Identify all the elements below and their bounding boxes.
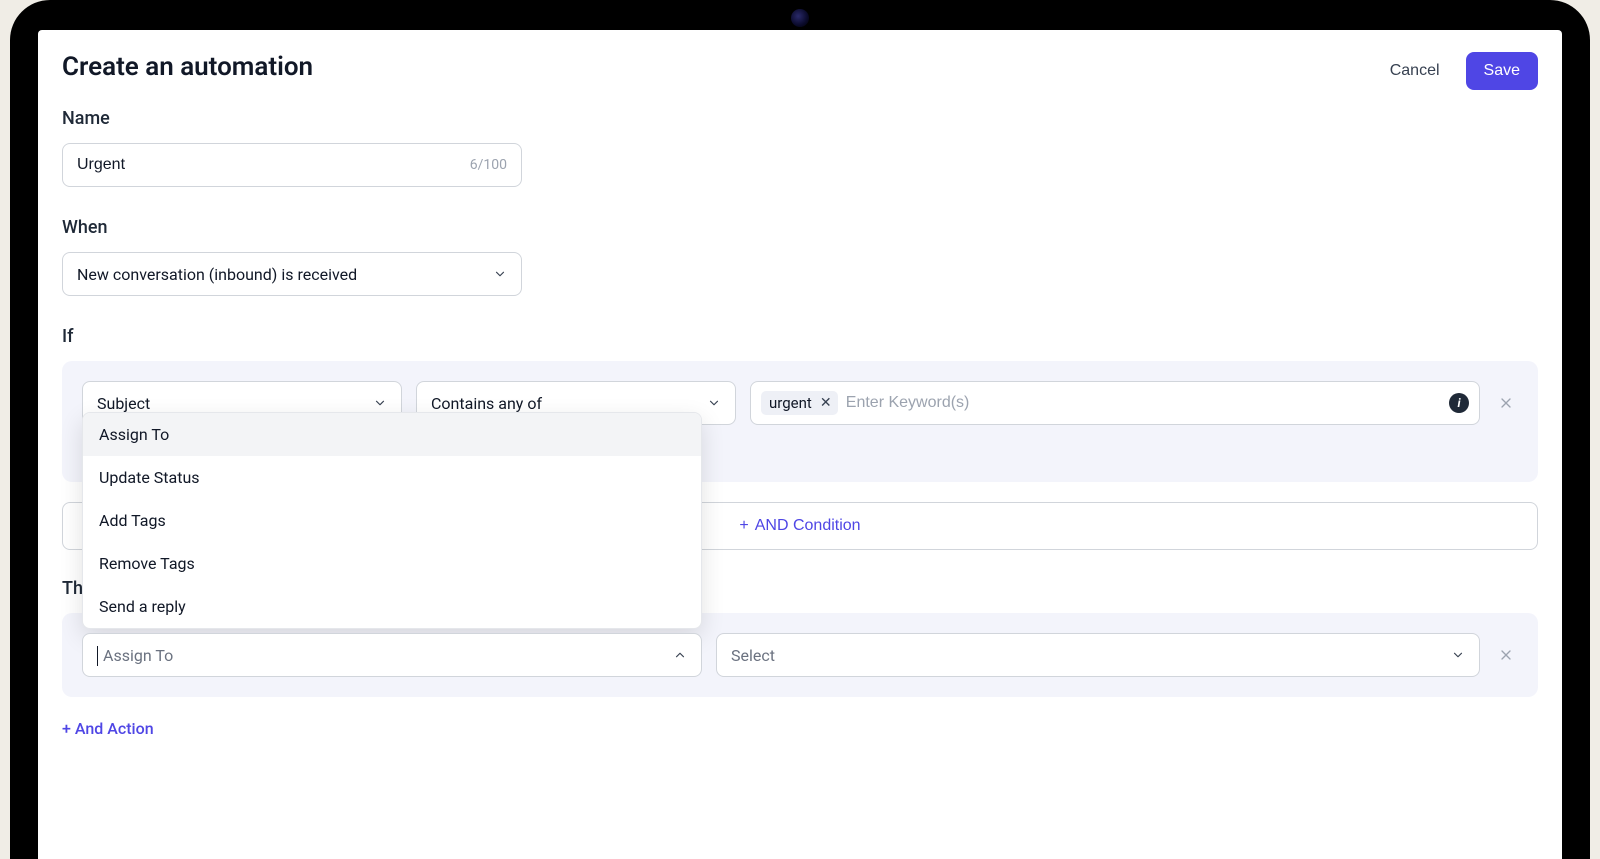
- name-counter: 6/100: [470, 157, 507, 173]
- dropdown-item-add-tags[interactable]: Add Tags: [83, 499, 701, 542]
- action-dropdown-menu: Assign To Update Status Add Tags Remove …: [82, 412, 702, 629]
- keyword-tag-input[interactable]: urgent ✕ i: [750, 381, 1480, 425]
- chevron-up-icon: [673, 648, 687, 662]
- page-title: Create an automation: [62, 52, 313, 82]
- chevron-down-icon: [707, 396, 721, 410]
- chevron-down-icon: [373, 396, 387, 410]
- chevron-down-icon: [1451, 648, 1465, 662]
- camera-dot: [791, 9, 809, 27]
- dropdown-item-update-status[interactable]: Update Status: [83, 456, 701, 499]
- keyword-tag: urgent ✕: [761, 391, 838, 415]
- plus-icon: +: [62, 719, 71, 738]
- dropdown-item-send-a-reply[interactable]: Send a reply: [83, 585, 701, 628]
- action-value-select[interactable]: Select: [716, 633, 1480, 677]
- and-condition-label: AND Condition: [755, 517, 861, 535]
- if-label: If: [62, 326, 1538, 347]
- remove-action-icon[interactable]: [1494, 643, 1518, 667]
- condition-field-value: Subject: [97, 394, 150, 413]
- action-type-placeholder: Assign To: [97, 646, 173, 665]
- dropdown-item-assign-to[interactable]: Assign To: [83, 413, 701, 456]
- name-input[interactable]: [77, 156, 470, 174]
- name-label: Name: [62, 108, 1538, 129]
- info-icon[interactable]: i: [1449, 393, 1469, 413]
- action-type-select[interactable]: Assign To: [82, 633, 702, 677]
- dropdown-item-remove-tags[interactable]: Remove Tags: [83, 542, 701, 585]
- name-input-wrap[interactable]: 6/100: [62, 143, 522, 187]
- then-container: Assign To Update Status Add Tags Remove …: [62, 613, 1538, 697]
- when-select[interactable]: New conversation (inbound) is received: [62, 252, 522, 296]
- keyword-input[interactable]: [846, 394, 1441, 412]
- text-caret: [97, 646, 98, 666]
- and-action-button[interactable]: + And Action: [62, 719, 154, 738]
- plus-icon: +: [739, 517, 748, 535]
- remove-condition-icon[interactable]: [1494, 391, 1518, 415]
- when-label: When: [62, 217, 1538, 238]
- and-action-label: And Action: [75, 719, 154, 738]
- keyword-tag-text: urgent: [769, 394, 812, 412]
- save-button[interactable]: Save: [1466, 52, 1538, 90]
- chevron-down-icon: [493, 267, 507, 281]
- remove-tag-icon[interactable]: ✕: [818, 395, 834, 411]
- cancel-button[interactable]: Cancel: [1380, 54, 1450, 88]
- condition-operator-value: Contains any of: [431, 394, 542, 413]
- when-selected-value: New conversation (inbound) is received: [77, 265, 357, 284]
- action-value-placeholder: Select: [731, 646, 775, 665]
